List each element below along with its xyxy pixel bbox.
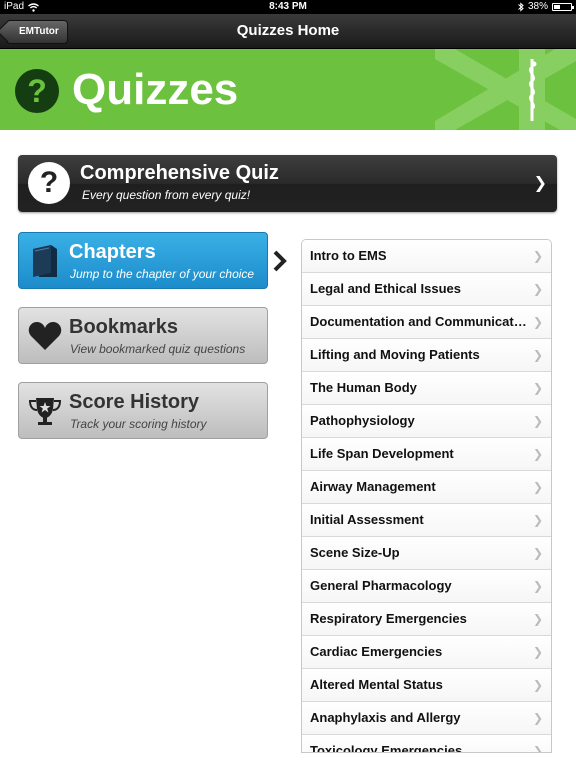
chapter-label: Initial Assessment [310, 512, 424, 527]
chevron-right-icon: ❯ [532, 414, 543, 428]
banner-title: Quizzes [72, 65, 239, 114]
chapter-list-item[interactable]: Pathophysiology ❯ [302, 405, 551, 438]
chevron-right-icon: ❯ [532, 579, 543, 593]
bluetooth-icon [518, 2, 524, 12]
chapters-button[interactable]: Chapters Jump to the chapter of your cho… [18, 232, 268, 289]
book-icon [33, 245, 57, 277]
chevron-right-icon: ❯ [532, 711, 543, 725]
status-time: 8:43 PM [269, 1, 307, 12]
chevron-right-icon: ❯ [532, 513, 543, 527]
quizzes-banner: ? Quizzes [0, 49, 576, 130]
chevron-right-icon: ❯ [532, 744, 543, 753]
chevron-right-icon: ❯ [532, 447, 543, 461]
battery-percent: 38% [527, 1, 548, 12]
chapter-list-item[interactable]: Toxicology Emergencies ❯ [302, 735, 551, 753]
chapter-label: Intro to EMS [310, 248, 387, 263]
chapter-label: Legal and Ethical Issues [310, 281, 461, 296]
chapter-list-item[interactable]: Intro to EMS ❯ [302, 240, 551, 273]
chapter-list-item[interactable]: Cardiac Emergencies ❯ [302, 636, 551, 669]
chevron-right-icon: ❯ [532, 282, 543, 296]
chapter-label: General Pharmacology [310, 578, 452, 593]
chapter-list-item[interactable]: Altered Mental Status ❯ [302, 669, 551, 702]
chapter-label: Altered Mental Status [310, 677, 443, 692]
chapters-title: Chapters [69, 241, 156, 263]
chevron-right-icon: ❯ [533, 175, 547, 192]
chapter-list-item[interactable]: Initial Assessment ❯ [302, 504, 551, 537]
chapter-label: Scene Size-Up [310, 545, 400, 560]
chapter-label: The Human Body [310, 380, 417, 395]
chapters-subtitle: Jump to the chapter of your choice [70, 267, 255, 281]
battery-fill [554, 5, 561, 9]
score-history-subtitle: Track your scoring history [70, 417, 207, 431]
chapter-label: Lifting and Moving Patients [310, 347, 480, 362]
question-icon: ? [15, 69, 59, 113]
chapter-list-item[interactable]: Scene Size-Up ❯ [302, 537, 551, 570]
chapter-label: Documentation and Communications [310, 314, 530, 329]
chapter-label: Anaphylaxis and Allergy [310, 710, 461, 725]
chevron-right-icon [273, 250, 287, 272]
chevron-right-icon: ❯ [532, 645, 543, 659]
chapter-label: Pathophysiology [310, 413, 415, 428]
chapter-list-item[interactable]: Airway Management ❯ [302, 471, 551, 504]
chapter-list-item[interactable]: Life Span Development ❯ [302, 438, 551, 471]
bookmarks-title: Bookmarks [69, 316, 178, 338]
chevron-right-icon: ❯ [532, 546, 543, 560]
question-icon: ? [28, 162, 70, 204]
chapter-list-item[interactable]: The Human Body ❯ [302, 372, 551, 405]
chapter-list-item[interactable]: Legal and Ethical Issues ❯ [302, 273, 551, 306]
bookmarks-button[interactable]: Bookmarks View bookmarked quiz questions [18, 307, 268, 364]
chevron-right-icon: ❯ [532, 612, 543, 626]
chapter-label: Airway Management [310, 479, 436, 494]
chevron-right-icon: ❯ [532, 249, 543, 263]
status-bar: iPad 8:43 PM 38% [0, 0, 576, 14]
chevron-right-icon: ❯ [532, 678, 543, 692]
heart-icon [28, 322, 62, 350]
chapter-list-item[interactable]: General Pharmacology ❯ [302, 570, 551, 603]
chevron-right-icon: ❯ [532, 381, 543, 395]
star-of-life-icon [435, 49, 576, 130]
chapter-label: Toxicology Emergencies [310, 743, 463, 753]
nav-bar: EMTutor Quizzes Home [0, 14, 576, 49]
comprehensive-quiz-title: Comprehensive Quiz [80, 162, 279, 184]
bookmarks-subtitle: View bookmarked quiz questions [70, 342, 246, 356]
chapter-label: Cardiac Emergencies [310, 644, 443, 659]
chevron-right-icon: ❯ [532, 315, 543, 329]
chapter-label: Respiratory Emergencies [310, 611, 467, 626]
chapter-label: Life Span Development [310, 446, 454, 461]
chapter-list-item[interactable]: Anaphylaxis and Allergy ❯ [302, 702, 551, 735]
chevron-right-icon: ❯ [532, 480, 543, 494]
chevron-right-icon: ❯ [532, 348, 543, 362]
battery-icon [552, 3, 574, 11]
page-title: Quizzes Home [236, 22, 340, 39]
score-history-title: Score History [69, 391, 200, 413]
trophy-icon [28, 398, 62, 425]
comprehensive-quiz-subtitle: Every question from every quiz! [82, 188, 251, 202]
chapter-list-item[interactable]: Lifting and Moving Patients ❯ [302, 339, 551, 372]
chapter-list: Intro to EMS ❯ Legal and Ethical Issues ❯ Do… [301, 239, 552, 753]
score-history-button[interactable]: Score History Track your scoring history [18, 382, 268, 439]
chapter-list-item[interactable]: Documentation and Communications ❯ [302, 306, 551, 339]
chapter-list-item[interactable]: Respiratory Emergencies ❯ [302, 603, 551, 636]
comprehensive-quiz-button[interactable]: ? Comprehensive Quiz Every question from… [18, 155, 557, 212]
